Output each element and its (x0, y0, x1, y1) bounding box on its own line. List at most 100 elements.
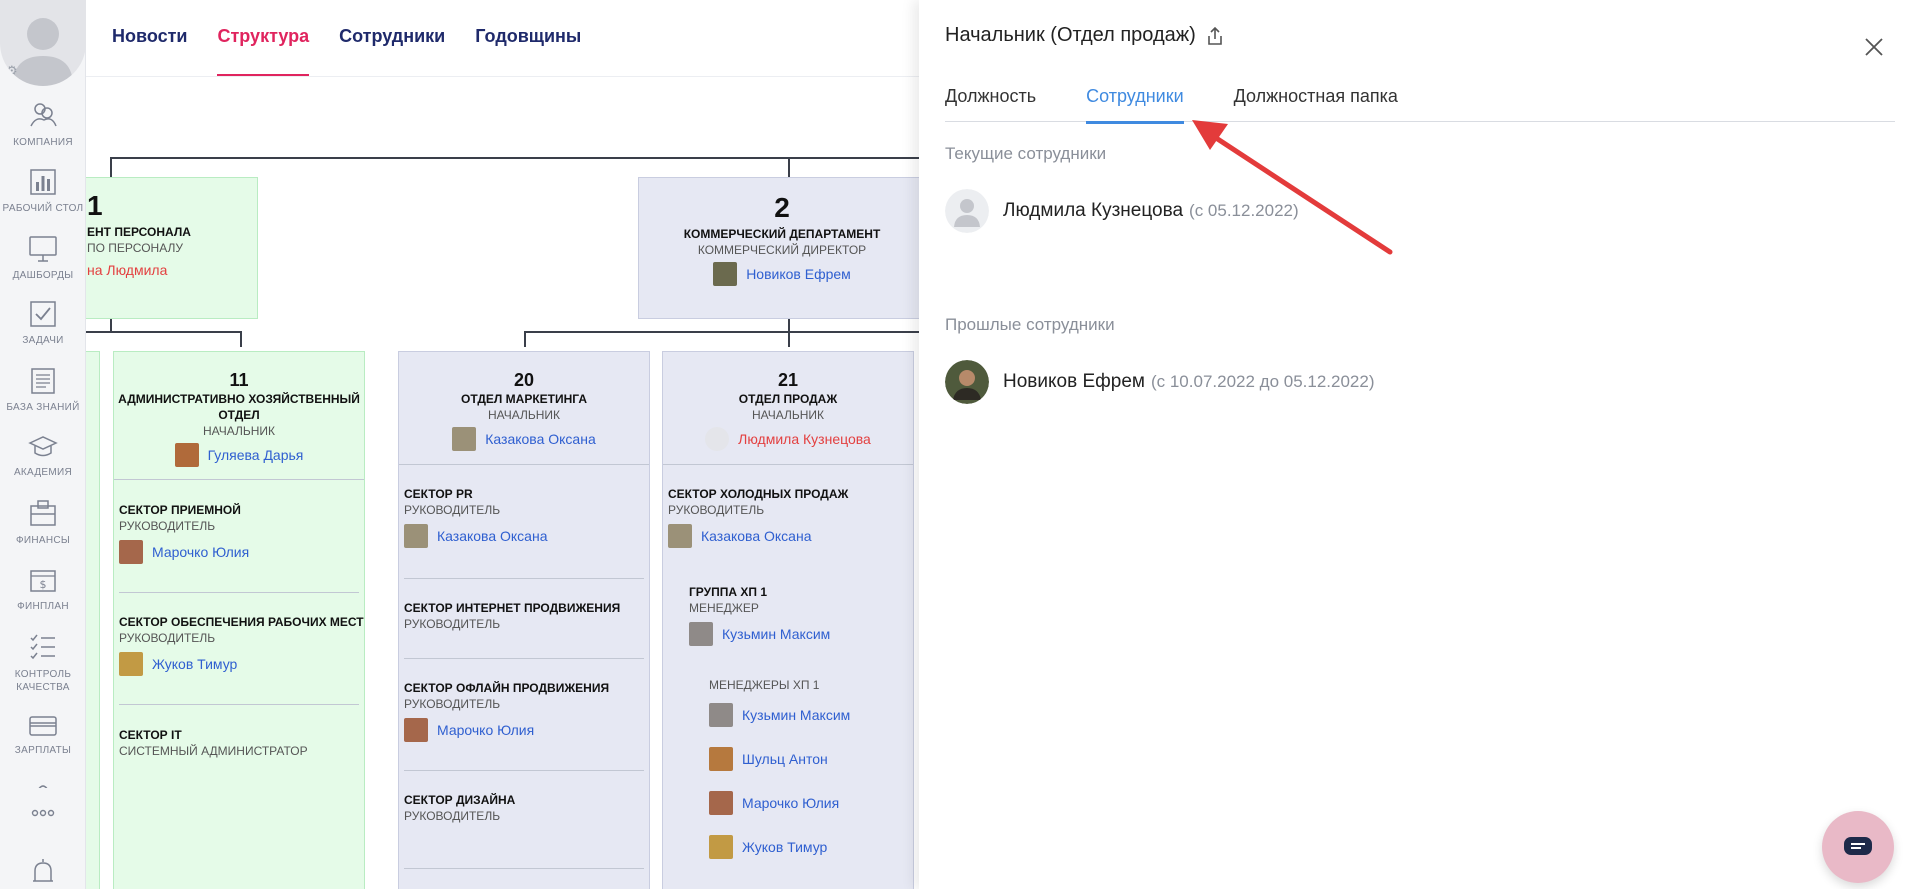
divider (119, 704, 359, 705)
sidebar-item-label: КОНТРОЛЬ КАЧЕСТВА (14, 669, 72, 693)
person-link[interactable]: Жуков Тимур (709, 835, 827, 859)
sidebar-item-label: ФИНПЛАН (17, 601, 69, 612)
org-chart: 1 ЕНТ ПЕРСОНАЛА ПО ПЕРСОНАЛУ на Людмила … (86, 77, 926, 889)
more-icon[interactable] (0, 808, 86, 818)
tab-employees[interactable]: Сотрудники (339, 0, 460, 76)
avatar (709, 703, 733, 727)
sidebar-item-quality[interactable]: КОНТРОЛЬ КАЧЕСТВА (0, 632, 86, 694)
sector-it[interactable]: СЕКТОР IT СИСТЕМНЫЙ АДМИНИСТРАТОР (114, 727, 364, 759)
person-link[interactable]: Шульц Антон (709, 747, 828, 771)
past-employee[interactable]: Новиков Ефрем (с 10.07.2022 до 05.12.2022… (945, 360, 1375, 404)
company-icon (30, 103, 57, 127)
panel-tabs: Должность Сотрудники Должностная папка (945, 86, 1895, 124)
connector-line (788, 319, 790, 331)
connector-line (86, 331, 242, 333)
sidebar-item-academy[interactable]: АКАДЕМИЯ (0, 434, 86, 479)
sidebar-item-salary[interactable]: ЗАРПЛАТЫ (0, 714, 86, 757)
tab-structure[interactable]: Структура (217, 0, 324, 76)
tab-panel-employees[interactable]: Сотрудники (1086, 86, 1184, 124)
org-box-1[interactable]: 1 ЕНТ ПЕРСОНАЛА ПО ПЕРСОНАЛУ на Людмила (86, 177, 258, 319)
person-link[interactable]: Новиков Ефрем (713, 262, 851, 286)
sidebar-item-finplan[interactable]: $ ФИНПЛАН (0, 566, 86, 613)
divider (119, 592, 359, 593)
close-icon[interactable] (1863, 36, 1885, 58)
avatar (709, 835, 733, 859)
divider (404, 578, 644, 579)
person-link[interactable]: Кузьмин Максим (689, 622, 830, 646)
divider (404, 770, 644, 771)
avatar (945, 360, 989, 404)
panel-title: Начальник (Отдел продаж) (945, 24, 1224, 47)
gear-icon[interactable]: ⚙ (6, 64, 20, 78)
bell-icon[interactable] (0, 856, 86, 889)
connector-line (240, 331, 242, 347)
avatar (709, 747, 733, 771)
person-link[interactable]: Жуков Тимур (119, 652, 237, 676)
org-box-partial (86, 351, 100, 889)
sidebar-item-label: РАБОЧИЙ СТОЛ (2, 203, 84, 214)
sidebar-item-label: ДАШБОРДЫ (12, 270, 74, 281)
sidebar-item-label: БАЗА ЗНАНИЙ (6, 402, 80, 413)
sector-cold-sales[interactable]: СЕКТОР ХОЛОДНЫХ ПРОДАЖ РУКОВОДИТЕЛЬ Каза… (663, 486, 913, 553)
sector-offline[interactable]: СЕКТОР ОФЛАЙН ПРОДВИЖЕНИЯ РУКОВОДИТЕЛЬ М… (399, 680, 649, 747)
divider (399, 464, 649, 465)
sidebar-item-desk[interactable]: РАБОЧИЙ СТОЛ (0, 168, 86, 215)
sector-internet[interactable]: СЕКТОР ИНТЕРНЕТ ПРОДВИЖЕНИЯ РУКОВОДИТЕЛЬ (399, 600, 649, 632)
sidebar-item-label: КОМПАНИЯ (13, 137, 73, 148)
graduation-cap-icon (28, 436, 58, 457)
connector-line (110, 157, 926, 159)
avatar (668, 524, 692, 548)
share-icon[interactable] (1206, 26, 1224, 46)
sector-design[interactable]: СЕКТОР ДИЗАЙНА РУКОВОДИТЕЛЬ (399, 792, 649, 824)
group-hp1[interactable]: ГРУППА ХП 1 МЕНЕДЖЕР Кузьмин Максим (663, 584, 913, 651)
desk-chart-icon (30, 169, 56, 195)
org-box-2[interactable]: 2 КОММЕРЧЕСКИЙ ДЕПАРТАМЕНТ КОММЕРЧЕСКИЙ … (638, 177, 926, 319)
avatar (945, 189, 989, 233)
position-detail-panel: Начальник (Отдел продаж) Должность Сотру… (919, 0, 1920, 889)
sector-pr[interactable]: СЕКТОР PR РУКОВОДИТЕЛЬ Казакова Оксана (399, 486, 649, 553)
tab-anniversaries[interactable]: Годовщины (475, 0, 596, 76)
person-link[interactable]: Казакова Оксана (452, 427, 596, 451)
user-avatar[interactable]: ⚙ (0, 0, 86, 86)
connector-line (788, 157, 790, 177)
tab-news[interactable]: Новости (112, 0, 202, 76)
managers-hp1: МЕНЕДЖЕРЫ ХП 1 Кузьмин Максим Шульц Анто… (663, 677, 913, 864)
person-link[interactable]: Кузьмин Максим (709, 703, 850, 727)
app-root: ⚙ КОМПАНИЯ РАБОЧИЙ СТОЛ ДАШБОРДЫ ЗАДАЧИ … (0, 0, 1920, 889)
past-employees-label: Прошлые сотрудники (945, 315, 1115, 334)
sidebar-item-tasks[interactable]: ЗАДАЧИ (0, 300, 86, 347)
sidebar-item-finance[interactable]: ФИНАНСЫ (0, 498, 86, 547)
avatar (174, 443, 199, 467)
tab-position[interactable]: Должность (945, 86, 1036, 122)
connector-line (788, 331, 790, 347)
person-link[interactable]: Казакова Оксана (404, 524, 548, 548)
person-link[interactable]: Людмила Кузнецова (705, 427, 871, 451)
connector-line (524, 331, 926, 333)
org-box-21[interactable]: 21 ОТДЕЛ ПРОДАЖ НАЧАЛЬНИК Людмила Кузнец… (662, 351, 914, 889)
person-link[interactable]: Казакова Оксана (668, 524, 812, 548)
arc-icon (38, 785, 48, 788)
avatar (404, 718, 428, 742)
sector-reception[interactable]: СЕКТОР ПРИЕМНОЙ РУКОВОДИТЕЛЬ Марочко Юли… (114, 502, 364, 569)
avatar (404, 524, 428, 548)
sidebar-item-company[interactable]: КОМПАНИЯ (0, 100, 86, 149)
monitor-icon (29, 236, 57, 262)
sector-workplaces[interactable]: СЕКТОР ОБЕСПЕЧЕНИЯ РАБОЧИХ МЕСТ РУКОВОДИ… (114, 614, 364, 681)
sidebar-item-dashboards[interactable]: ДАШБОРДЫ (0, 235, 86, 282)
divider (114, 479, 364, 480)
checklist-icon (30, 634, 55, 660)
sidebar-item-knowledge[interactable]: БАЗА ЗНАНИЙ (0, 367, 86, 414)
person-link[interactable]: Гуляева Дарья (174, 443, 303, 467)
top-tabs: Новости Структура Сотрудники Годовщины (112, 0, 611, 76)
checkbox-icon (30, 301, 56, 327)
org-box-11[interactable]: 11 АДМИНИСТРАТИВНО ХОЗЯЙСТВЕННЫЙ ОТДЕЛ Н… (113, 351, 365, 889)
person-link[interactable]: Марочко Юлия (404, 718, 534, 742)
chat-button[interactable] (1822, 811, 1894, 883)
person-link[interactable]: Марочко Юлия (119, 540, 249, 564)
sidebar-item-partial[interactable] (0, 778, 86, 788)
person-link[interactable]: на Людмила (86, 262, 257, 278)
sidebar-item-label: ФИНАНСЫ (15, 535, 71, 546)
person-link[interactable]: Марочко Юлия (709, 791, 839, 815)
org-box-20[interactable]: 20 ОТДЕЛ МАРКЕТИНГА НАЧАЛЬНИК Казакова О… (398, 351, 650, 889)
divider (663, 464, 913, 465)
